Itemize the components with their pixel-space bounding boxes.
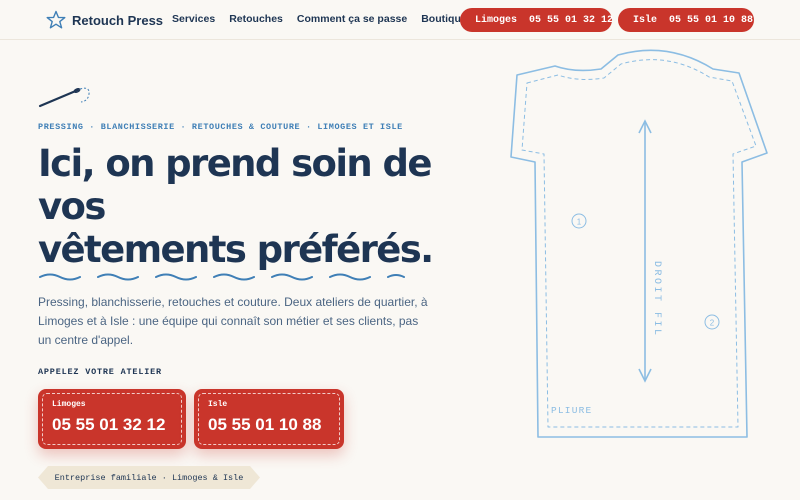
call-button-limoges[interactable]: Limoges 05 55 01 32 12	[38, 389, 186, 449]
marker-2-label: 2	[710, 319, 715, 328]
needle-thread-icon	[38, 87, 90, 108]
hero-lead-text: Pressing, blanchisserie, retouches et co…	[38, 295, 428, 347]
call-button-number: 05 55 01 10 88	[208, 415, 322, 434]
nav-services[interactable]: Services	[172, 13, 215, 25]
headline-line-1: Ici, on prend soin de	[38, 142, 432, 185]
call-button-isle[interactable]: Isle 05 55 01 10 88	[194, 389, 344, 449]
marker-1-label: 1	[577, 218, 582, 227]
call-label: APPELEZ VOTRE ATELIER	[38, 367, 162, 377]
pattern-outline	[510, 49, 768, 438]
nav-comment-ca-se-passe[interactable]: Comment ça se passe	[297, 13, 407, 25]
site-header: Retouch Press Services Retouches Comment…	[0, 0, 800, 40]
fold-label: PLIURE	[551, 405, 592, 416]
call-button-city: Isle	[208, 400, 228, 409]
stitch-underline	[39, 273, 405, 281]
header-phone-number: 05 55 01 10 88	[669, 14, 754, 26]
sewing-pattern-illustration: DROIT FIL 1 2 PLIURE	[510, 49, 768, 438]
pattern-seam-allowance	[521, 59, 757, 428]
headline-line-3: vêtements préférés.	[38, 228, 434, 271]
headline-line-2: vos	[38, 185, 106, 228]
header-phone-city: Limoges	[475, 14, 518, 26]
brand-logo[interactable]: Retouch Press	[46, 10, 163, 30]
header-phone-city: Isle	[633, 14, 658, 26]
call-button-city: Limoges	[52, 400, 86, 409]
grain-label: DROIT FIL	[651, 261, 662, 338]
hero-headline: Ici, on prend soin de vos vêtements préf…	[38, 142, 458, 271]
nav-retouches[interactable]: Retouches	[229, 13, 283, 25]
family-business-tag: Entreprise familiale · Limoges & Isle	[38, 466, 260, 489]
call-button-number: 05 55 01 32 12	[52, 415, 166, 434]
hero-eyebrow: PRESSING · BLANCHISSERIE · RETOUCHES & C…	[38, 122, 403, 132]
star-icon	[46, 10, 66, 29]
header-phone-isle[interactable]: Isle 05 55 01 10 88	[618, 8, 754, 32]
header-phone-limoges[interactable]: Limoges 05 55 01 32 12	[460, 8, 614, 32]
brand-name: Retouch Press	[72, 12, 164, 28]
main-nav: Services Retouches Comment ça se passe B…	[172, 13, 487, 25]
header-phone-number: 05 55 01 32 12	[529, 14, 614, 26]
